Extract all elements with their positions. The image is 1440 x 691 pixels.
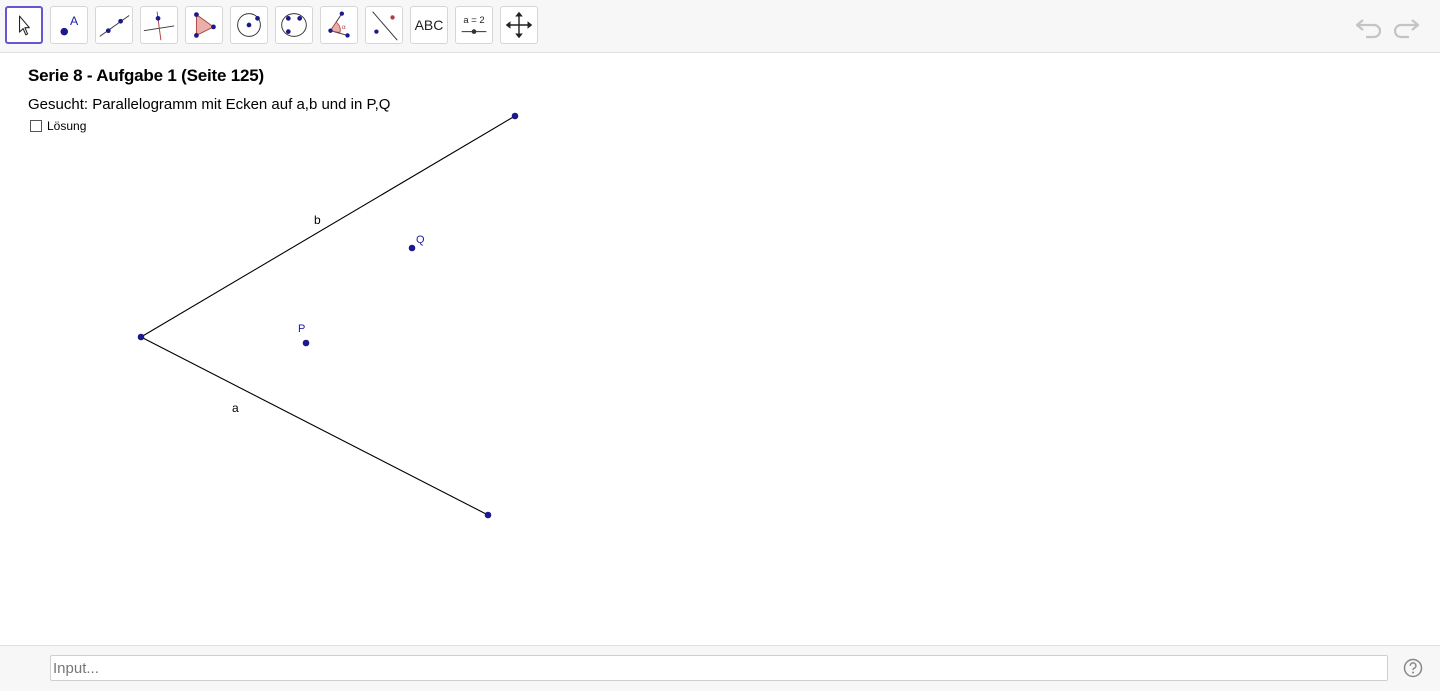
svg-text:A: A: [70, 14, 79, 28]
polygon-icon: [194, 12, 216, 38]
point-p[interactable]: [302, 339, 310, 347]
line-b-label: b: [314, 213, 321, 227]
move-view-tool-button[interactable]: [500, 6, 538, 44]
help-icon[interactable]: [1403, 658, 1423, 678]
cursor-arrow-icon: [18, 15, 30, 36]
reflect-icon: [372, 11, 398, 41]
input-bar: [0, 645, 1440, 691]
point-p-label: P: [298, 323, 305, 335]
redo-icon[interactable]: [1391, 12, 1421, 40]
page-title: Serie 8 - Aufgabe 1 (Seite 125): [28, 66, 264, 85]
point-q-label: Q: [416, 234, 425, 246]
svg-text:α: α: [342, 24, 346, 31]
toolbar: A α ABC a = 2: [0, 0, 1440, 53]
ellipse-icon: [281, 13, 307, 37]
move-tool-button[interactable]: [5, 6, 43, 44]
line-tool-button[interactable]: [95, 6, 133, 44]
algebra-input[interactable]: [50, 655, 1388, 681]
perpendicular-line-icon: [143, 11, 175, 41]
polygon-tool-button[interactable]: [185, 6, 223, 44]
angle-tool-button[interactable]: α: [320, 6, 358, 44]
slider-tool-button[interactable]: a = 2: [455, 6, 493, 44]
checkbox-label: Lösung: [47, 119, 87, 133]
circle-tool-button[interactable]: [230, 6, 268, 44]
checkbox-box[interactable]: [30, 120, 42, 132]
reflect-tool-button[interactable]: [365, 6, 403, 44]
line-a-endpoint[interactable]: [484, 511, 492, 519]
conic-tool-button[interactable]: [275, 6, 313, 44]
angle-icon: α: [328, 11, 350, 38]
point-icon: A: [60, 14, 79, 36]
circle-icon: [237, 13, 261, 37]
perpendicular-tool-button[interactable]: [140, 6, 178, 44]
point-tool-button[interactable]: A: [50, 6, 88, 44]
point-q[interactable]: [408, 244, 416, 252]
line-icon: [99, 15, 130, 37]
graphics-view[interactable]: b a Q P: [0, 53, 1440, 645]
vertex-point[interactable]: [137, 333, 145, 341]
move-arrows-icon: [505, 11, 533, 39]
text-tool-label: ABC: [414, 17, 444, 33]
construction-drawing: b a Q P: [137, 112, 519, 519]
slider-icon: a = 2: [461, 15, 487, 34]
undo-icon[interactable]: [1354, 12, 1384, 40]
text-tool-button[interactable]: ABC: [410, 6, 448, 44]
slider-tool-label: a = 2: [463, 15, 484, 26]
line-b[interactable]: [140, 115, 516, 338]
solution-checkbox[interactable]: Lösung: [30, 119, 86, 133]
line-b-endpoint[interactable]: [511, 112, 519, 120]
line-a[interactable]: [140, 336, 489, 516]
line-a-label: a: [232, 401, 239, 415]
task-description: Gesucht: Parallelogramm mit Ecken auf a,…: [28, 96, 391, 113]
